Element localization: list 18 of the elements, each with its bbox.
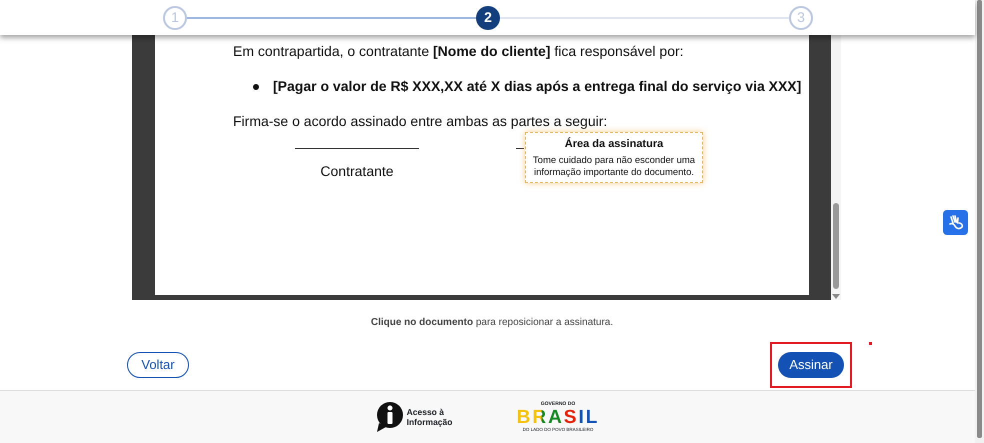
signature-area-title: Área da assinatura — [564, 136, 664, 152]
sign-language-button[interactable] — [943, 210, 968, 235]
scrollbar[interactable] — [831, 35, 841, 300]
signature-area-text: Tome cuidado para não esconder uma informação importante do documento. — [532, 154, 696, 180]
bullet-icon — [253, 84, 259, 90]
step-indicator[interactable]: 2 — [476, 6, 500, 30]
signature-area-tooltip[interactable]: Área da assinatura Tome cuidado para não esconder uma informação importante do documento. — [525, 132, 703, 184]
hint-text: Clique no documento para reposicionar a assinatura. — [370, 316, 614, 330]
sign-button[interactable]: Assinar — [778, 352, 844, 378]
page-scrollbar[interactable] — [975, 0, 984, 443]
document-text: Firma-se o acordo assinado entre ambas as partes a seguir: — [233, 112, 608, 131]
signature-label: Contratante — [319, 162, 395, 181]
document-text: [Pagar o valor de R$ XXX,XX até X dias após a entrega final do serviço via XXX] — [273, 77, 802, 96]
info-icon — [376, 401, 404, 433]
access-info-link[interactable]: Acesso à Informação — [406, 406, 453, 428]
hand-icon — [948, 214, 964, 230]
document-text: Em contrapartida, o contratante [Nome do cliente] fica responsável por: — [233, 42, 685, 61]
back-button[interactable]: Voltar — [127, 352, 189, 378]
